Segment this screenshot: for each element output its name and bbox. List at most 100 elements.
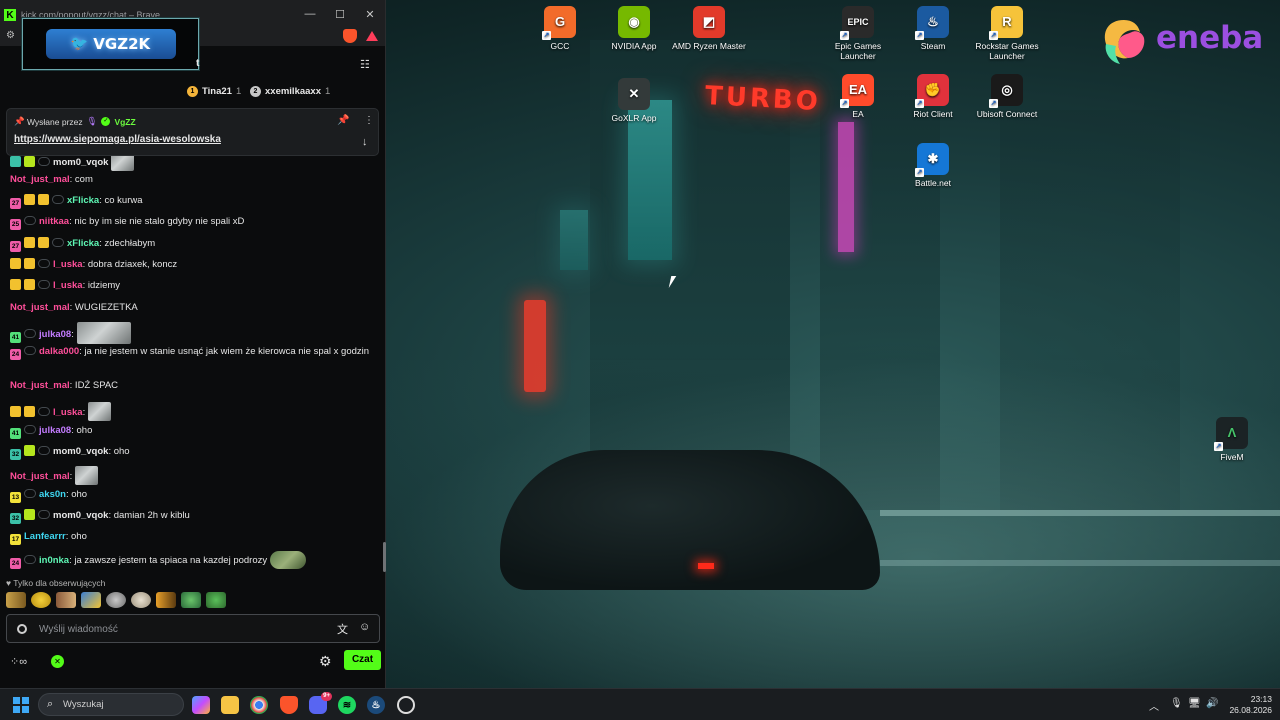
emote-button[interactable] <box>131 592 151 608</box>
chat-message[interactable]: 32 mom0_vqok: damian 2h w kiblu <box>10 509 376 524</box>
close-button[interactable]: ✕ <box>363 8 377 21</box>
pinned-link[interactable]: https://www.siepomaga.pl/asia-wesolowska <box>14 134 221 145</box>
more-options-icon[interactable]: ⋮ <box>364 115 374 126</box>
chat-message[interactable]: Not_just_mal: WUGIEZETKA <box>10 301 376 315</box>
chat-message[interactable]: Not_just_mal: <box>10 466 376 485</box>
discord-icon[interactable]: 9+ <box>309 692 332 714</box>
pinned-message[interactable]: 📌 Wysłane przez 🎙 ✓ VgZZ 📌 ⋮ https://www… <box>6 108 379 156</box>
expand-arrow-icon[interactable]: ↓ <box>362 136 368 148</box>
chat-message[interactable]: 17 Lanfearrr: oho <box>10 530 376 545</box>
chat-message[interactable]: 25 niitkaa: nic by im sie nie stalo gdyby… <box>10 215 376 230</box>
chat-input-box[interactable]: 文 ☺ <box>6 614 380 643</box>
show-hidden-icons-icon[interactable]: ︿ <box>1149 698 1159 713</box>
chat-username[interactable]: mom0_vqok <box>53 446 108 457</box>
desktop-icon-fivem[interactable]: Λ ↗ FiveM <box>1195 417 1269 462</box>
chat-message-input[interactable] <box>39 621 329 637</box>
chat-username[interactable]: Not_just_mal <box>10 380 70 391</box>
desktop-icon-riot-client[interactable]: ✊ ↗ Riot Client <box>896 74 970 119</box>
copilot-icon[interactable] <box>192 696 210 714</box>
kick-badge-icon[interactable] <box>17 624 27 634</box>
chrome-icon[interactable] <box>250 696 268 714</box>
chat-emote-icon[interactable] <box>87 402 111 421</box>
chat-users-icon[interactable]: ☷ <box>360 58 370 71</box>
translate-icon[interactable]: 文 <box>337 621 348 637</box>
site-settings-icon[interactable]: ⚙ <box>6 30 15 41</box>
chat-username[interactable]: julka08 <box>39 329 71 340</box>
chat-username[interactable]: xFlicka <box>67 195 99 206</box>
emote-button[interactable] <box>106 592 126 608</box>
chat-username[interactable]: Lanfearrr <box>24 531 66 542</box>
brave-icon[interactable] <box>280 696 298 714</box>
chat-username[interactable]: in0nka <box>39 555 69 566</box>
desktop-icon-rockstar[interactable]: R ↗ Rockstar Games Launcher <box>970 6 1044 61</box>
chat-message[interactable]: Not_just_mal: com <box>10 173 376 187</box>
browser-chat-window[interactable]: K kick.com/popout/vgzz/chat – Brave — ☐ … <box>0 0 386 688</box>
emote-button[interactable] <box>206 592 226 608</box>
file-explorer-icon[interactable] <box>221 696 239 714</box>
microphone-icon[interactable]: 🎙 <box>1170 698 1183 709</box>
chat-scrollbar[interactable] <box>383 542 386 572</box>
network-icon[interactable]: 🖥 <box>1188 698 1201 709</box>
chat-username[interactable]: aks0n <box>39 489 66 500</box>
taskbar-search[interactable]: ⌕ Wyszukaj <box>38 693 184 716</box>
chat-messages[interactable]: mom0_vqok Not_just_mal: com 27 xFlicka: co… <box>0 150 386 574</box>
desktop-icon-gcc[interactable]: G ↗ GCC <box>523 6 597 51</box>
minimize-button[interactable]: — <box>303 8 317 20</box>
brave-rewards-icon[interactable] <box>366 31 378 41</box>
chat-message[interactable]: 27 xFlicka: zdechłabym <box>10 237 376 252</box>
chat-message[interactable]: 32 mom0_vqok: oho <box>10 445 376 460</box>
chat-message[interactable]: 13 aks0n: oho <box>10 488 376 503</box>
desktop-icon-epic-games[interactable]: EPIC ↗ Epic Games Launcher <box>821 6 895 61</box>
volume-icon[interactable]: 🔊 <box>1206 698 1218 709</box>
unpin-icon[interactable]: 📌 <box>337 115 349 126</box>
emote-button[interactable] <box>6 592 26 608</box>
leaderboard-entry[interactable]: 1 Tina21 1 <box>187 86 241 97</box>
chat-username[interactable]: julka08 <box>39 425 71 436</box>
chat-username[interactable]: Not_just_mal <box>10 174 70 185</box>
kicks-infinity-icon[interactable]: ⁘∞ <box>10 655 27 668</box>
chat-message[interactable]: Not_just_mal: IDŹ SPAC <box>10 379 376 393</box>
chat-message[interactable]: 41 julka08: oho <box>10 424 376 439</box>
desktop-icon-ubisoft-connect[interactable]: ◎ ↗ Ubisoft Connect <box>970 74 1044 119</box>
emoji-icon[interactable]: ☺ <box>359 621 370 633</box>
send-chat-button[interactable]: Czat <box>344 650 381 670</box>
emote-button[interactable] <box>181 592 201 608</box>
steam-taskbar-icon[interactable]: ♨ <box>367 696 385 714</box>
emote-button[interactable] <box>81 592 101 608</box>
desktop-icon-steam[interactable]: ♨ ↗ Steam <box>896 6 970 51</box>
chat-username[interactable]: dalka000 <box>39 346 79 357</box>
emote-button[interactable] <box>31 592 51 608</box>
chat-username[interactable]: Not_just_mal <box>10 471 70 482</box>
chat-message[interactable]: 24 in0nka: ja zawsze jestem ta spiaca na … <box>10 551 376 569</box>
chat-message[interactable]: l_uska: idziemy <box>10 279 376 293</box>
desktop-icon-ea[interactable]: EA ↗ EA <box>821 74 895 119</box>
chat-message[interactable]: 41 julka08: <box>10 322 376 344</box>
chat-emote-icon[interactable] <box>76 322 131 344</box>
chat-message[interactable]: l_uska: dobra dziaxek, koncz <box>10 258 376 272</box>
start-button[interactable] <box>13 697 29 713</box>
chat-username[interactable]: mom0_vqok <box>53 157 108 168</box>
chat-settings-icon[interactable]: ⚙ <box>319 653 332 670</box>
chat-username[interactable]: l_uska <box>53 280 83 291</box>
brave-shield-icon[interactable] <box>343 29 357 43</box>
chat-username[interactable]: mom0_vqok <box>53 510 108 521</box>
leaderboard-entry[interactable]: 2 xxemilkaaxx 1 <box>250 86 330 97</box>
kick-coin-icon[interactable]: ✕ <box>51 655 64 668</box>
chat-emote-icon[interactable] <box>74 466 98 485</box>
chat-emote-icon[interactable] <box>269 551 306 569</box>
desktop-icon-nvidia-app[interactable]: ◉ NVIDIA App <box>597 6 671 51</box>
chat-username[interactable]: l_uska <box>53 407 83 418</box>
chat-message[interactable]: l_uska: <box>10 402 376 421</box>
chat-message[interactable]: 24 dalka000: ja nie jestem w stanie usnąć… <box>10 345 376 360</box>
emote-button[interactable] <box>56 592 76 608</box>
chat-username[interactable]: l_uska <box>53 259 83 270</box>
chat-username[interactable]: niitkaa <box>39 216 69 227</box>
chat-message[interactable]: 27 xFlicka: co kurwa <box>10 194 376 209</box>
desktop-icon-goxlr[interactable]: ✕ GoXLR App <box>597 78 671 123</box>
desktop-icon-amd-ryzen-master[interactable]: ◩ AMD Ryzen Master <box>672 6 746 51</box>
spotify-icon[interactable]: ≋ <box>338 696 356 714</box>
obs-icon[interactable] <box>397 696 415 714</box>
emote-button[interactable] <box>156 592 176 608</box>
maximize-button[interactable]: ☐ <box>333 8 347 21</box>
desktop-icon-battle-net[interactable]: ✱ ↗ Battle.net <box>896 143 970 188</box>
